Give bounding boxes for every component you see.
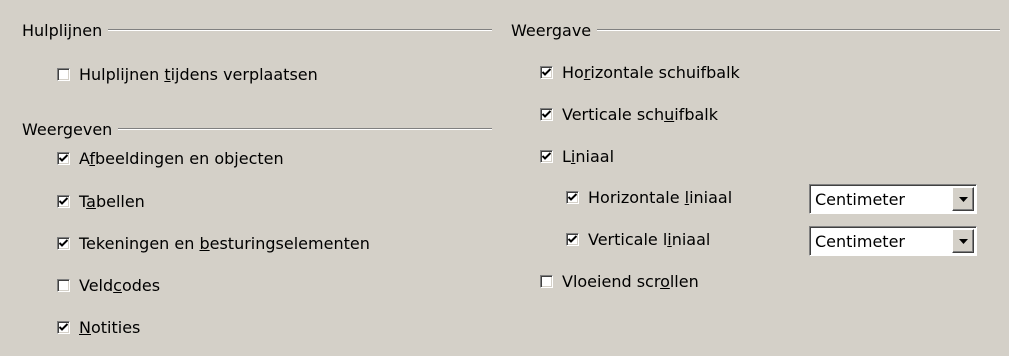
checkbox-horizontale-liniaal[interactable]: Horizontale liniaal: [566, 185, 732, 209]
group-title-weergeven: Weergeven: [22, 119, 113, 139]
checkbox-liniaal[interactable]: Liniaal: [540, 144, 614, 168]
group-divider: [597, 29, 1000, 31]
chevron-down-icon: [958, 196, 968, 202]
checkbox-label: Notities: [79, 317, 141, 337]
checkbox-box[interactable]: [540, 65, 553, 79]
checkbox-hulplijnen-tijdens-verplaatsen[interactable]: Hulplijnen tijdens verplaatsen: [57, 62, 318, 86]
checkbox-label: Horizontale liniaal: [588, 187, 733, 207]
checkbox-box[interactable]: [57, 320, 70, 334]
checkbox-label: Afbeeldingen en objecten: [79, 148, 284, 168]
group-hulplijnen: Hulplijnen: [22, 20, 492, 40]
checkbox-tabellen[interactable]: Tabellen: [57, 189, 145, 213]
checkbox-label: Veldcodes: [79, 275, 161, 295]
checkbox-box[interactable]: [540, 149, 553, 163]
checkbox-box[interactable]: [540, 107, 553, 121]
checkbox-label: Horizontale schuifbalk: [562, 62, 740, 82]
checkbox-box[interactable]: [57, 194, 70, 208]
checkbox-box[interactable]: [566, 232, 579, 246]
dropdown-button[interactable]: [952, 229, 974, 253]
select-value: Centimeter: [815, 231, 905, 251]
checkbox-box[interactable]: [540, 274, 553, 288]
group-title-weergave: Weergave: [511, 20, 592, 40]
checkbox-notities[interactable]: Notities: [57, 315, 140, 339]
checkbox-label: Tabellen: [79, 191, 145, 211]
select-value: Centimeter: [815, 189, 905, 209]
horizontale-liniaal-unit-select[interactable]: Centimeter: [809, 184, 977, 214]
checkbox-box[interactable]: [57, 67, 70, 81]
group-title-hulplijnen: Hulplijnen: [22, 20, 103, 40]
checkbox-tekeningen-en-besturingselementen[interactable]: Tekeningen en besturingselementen: [57, 231, 370, 255]
checkbox-verticale-schuifbalk[interactable]: Verticale schuifbalk: [540, 102, 718, 126]
checkbox-afbeeldingen-en-objecten[interactable]: Afbeeldingen en objecten: [57, 146, 284, 170]
group-divider: [108, 29, 492, 31]
group-divider: [118, 128, 492, 130]
checkbox-label: Hulplijnen tijdens verplaatsen: [79, 64, 318, 84]
group-weergeven: Weergeven: [22, 119, 492, 139]
checkbox-label: Verticale schuifbalk: [562, 104, 718, 124]
checkbox-box[interactable]: [57, 278, 70, 292]
checkbox-vloeiend-scrollen[interactable]: Vloeiend scrollen: [540, 269, 699, 293]
chevron-down-icon: [958, 238, 968, 244]
group-weergave: Weergave: [511, 20, 1000, 40]
checkbox-verticale-liniaal[interactable]: Verticale liniaal: [566, 227, 710, 251]
checkbox-veldcodes[interactable]: Veldcodes: [57, 273, 160, 297]
checkbox-label: Verticale liniaal: [588, 229, 711, 249]
checkbox-box[interactable]: [57, 236, 70, 250]
checkbox-label: Tekeningen en besturingselementen: [79, 233, 370, 253]
checkbox-horizontale-schuifbalk[interactable]: Horizontale schuifbalk: [540, 60, 740, 84]
checkbox-box[interactable]: [566, 190, 579, 204]
verticale-liniaal-unit-select[interactable]: Centimeter: [809, 226, 977, 256]
checkbox-box[interactable]: [57, 151, 70, 165]
checkbox-label: Vloeiend scrollen: [562, 271, 699, 291]
dropdown-button[interactable]: [952, 187, 974, 211]
checkbox-label: Liniaal: [562, 146, 615, 166]
